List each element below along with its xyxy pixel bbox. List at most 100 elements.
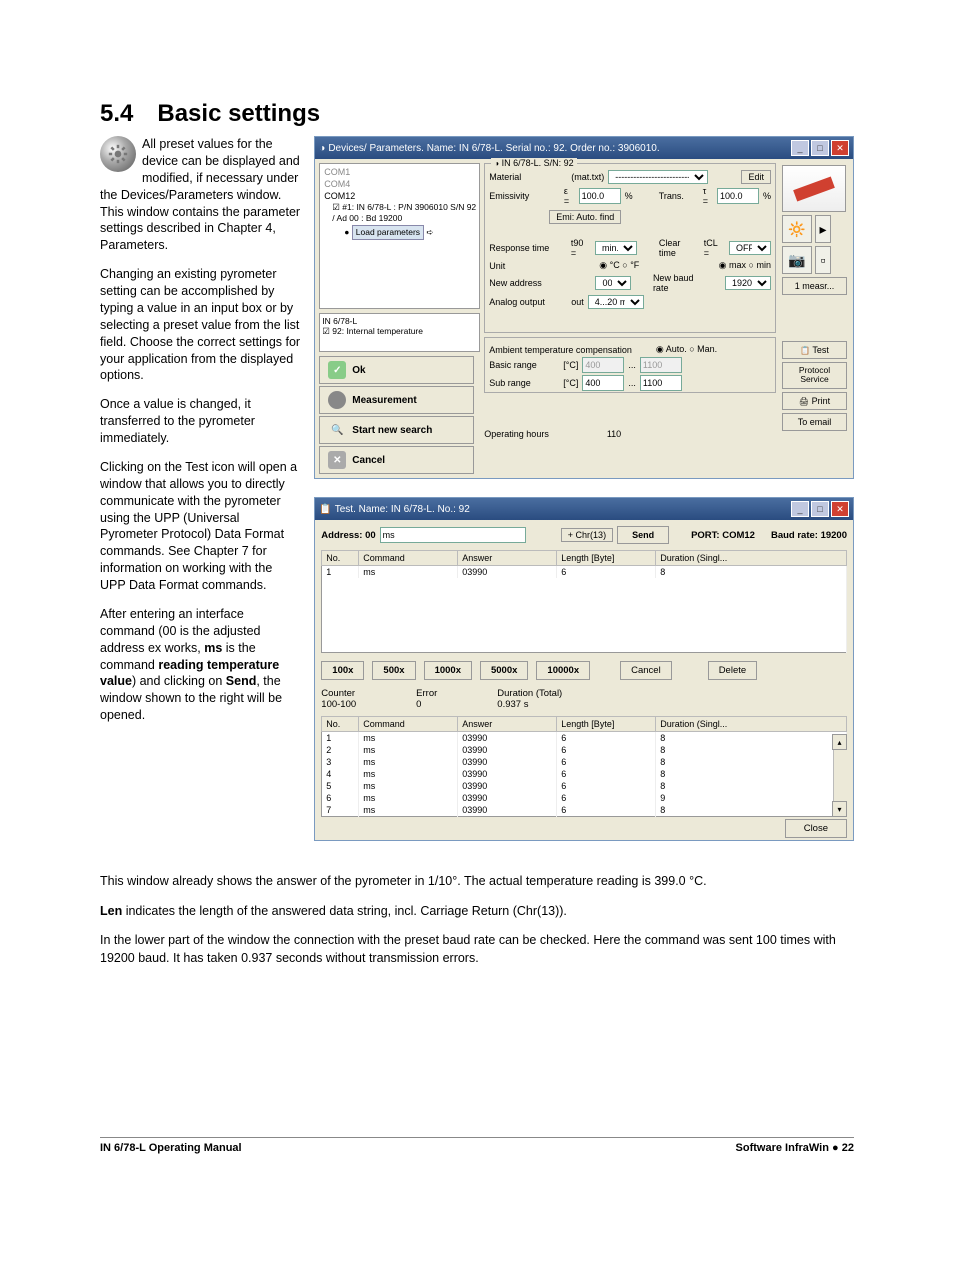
com-tree[interactable]: COM1 COM4 COM12 ☑ #1: IN 6/78-L : P/N 39…: [319, 163, 480, 309]
1-measr-button[interactable]: 1 measr...: [782, 277, 847, 295]
in678l-label: IN 6/78-L: [322, 316, 477, 326]
col-duration: Duration (Singl...: [656, 551, 847, 566]
close-icon[interactable]: ✕: [831, 501, 849, 517]
com12-item[interactable]: COM12: [322, 190, 477, 202]
chr13-button[interactable]: + Chr(13): [561, 528, 613, 542]
material-select[interactable]: ----------------------------: [608, 170, 708, 184]
close-button[interactable]: Close: [785, 819, 847, 838]
man-radio[interactable]: Man.: [697, 344, 717, 354]
max-radio[interactable]: max: [729, 260, 746, 270]
port-label: PORT: COM12: [691, 530, 755, 541]
response-select[interactable]: min.: [595, 241, 637, 255]
protocol-service-button[interactable]: Protocol Service: [782, 362, 847, 389]
sub-lo-input[interactable]: [582, 375, 624, 391]
10000x-button[interactable]: 10000x: [536, 661, 590, 680]
col-answer: Answer: [458, 551, 557, 566]
com1-item[interactable]: COM1: [322, 166, 477, 178]
close-icon[interactable]: ✕: [831, 140, 849, 156]
measurement-button[interactable]: Measurement: [319, 386, 474, 414]
unit-f-radio[interactable]: °F: [630, 260, 639, 270]
scroll-down-icon[interactable]: ▾: [832, 801, 847, 817]
footer-left: IN 6/78-L Operating Manual: [100, 1142, 242, 1154]
mattxt: (mat.txt): [571, 172, 604, 182]
emissivity-input[interactable]: [579, 188, 621, 204]
col-length: Length [Byte]: [557, 551, 656, 566]
analog-select[interactable]: 4...20 mA: [588, 295, 644, 309]
window-icon: ◑: [319, 143, 325, 154]
device-node[interactable]: #1: IN 6/78-L : P/N 3906010 S/N 92 / Ad …: [332, 202, 476, 223]
send-button[interactable]: Send: [617, 526, 669, 544]
bottom-1: This window already shows the answer of …: [100, 873, 854, 891]
new-address-label: New address: [489, 278, 564, 288]
table-row: 7ms0399068: [322, 804, 847, 817]
500x-button[interactable]: 500x: [372, 661, 415, 680]
devices-parameters-window: ◑ Devices/ Parameters. Name: IN 6/78-L. …: [314, 136, 854, 479]
address-select[interactable]: 00: [595, 276, 631, 290]
min-radio[interactable]: min: [756, 260, 771, 270]
device-list[interactable]: IN 6/78-L ☑ 92: Internal temperature: [319, 313, 480, 352]
delete-button[interactable]: Delete: [708, 661, 757, 680]
result-table-2: No. Command Answer Length [Byte] Duratio…: [321, 716, 847, 817]
to-email-button[interactable]: To email: [782, 413, 847, 431]
duration-value: 0.937 s: [497, 699, 562, 710]
print-button[interactable]: 🖨 Print: [782, 392, 847, 410]
test-titlebar[interactable]: 📋 Test. Name: IN 6/78-L. No.: 92 _ □ ✕: [315, 498, 853, 520]
maximize-icon[interactable]: □: [811, 140, 829, 156]
col-no: No.: [322, 551, 359, 566]
emi-auto-find-button[interactable]: Emi: Auto. find: [549, 210, 621, 224]
sub-range-label: Sub range: [489, 378, 559, 388]
expand-icon[interactable]: ▸: [815, 215, 831, 243]
baud-select[interactable]: 19200: [725, 276, 771, 290]
analog-output-label: Analog output: [489, 297, 567, 307]
bottom-3: In the lower part of the window the conn…: [100, 932, 854, 967]
table-row: 4ms0399068: [322, 768, 847, 780]
camera-icon[interactable]: 📷: [782, 246, 812, 274]
internal-temp-item[interactable]: 92: Internal temperature: [332, 326, 423, 336]
para-4: Clicking on the Test icon will open a wi…: [100, 459, 300, 594]
minimize-icon[interactable]: _: [791, 140, 809, 156]
counter-label: Counter: [321, 688, 356, 699]
5000x-button[interactable]: 5000x: [480, 661, 528, 680]
test-button[interactable]: 📋 Test: [782, 341, 847, 359]
titlebar[interactable]: ◑ Devices/ Parameters. Name: IN 6/78-L. …: [315, 137, 853, 159]
cancel-loop-button[interactable]: Cancel: [620, 661, 672, 680]
com4-item[interactable]: COM4: [322, 178, 477, 190]
send-bold: Send: [226, 674, 257, 688]
expand-icon-2[interactable]: ▫: [815, 246, 831, 274]
section-heading: 5.4 Basic settings: [100, 100, 854, 128]
100x-button[interactable]: 100x: [321, 661, 364, 680]
pilot-icon[interactable]: 🔆: [782, 215, 812, 243]
cleartime-select[interactable]: OFF: [729, 241, 771, 255]
command-input[interactable]: [380, 527, 526, 543]
start-new-search-button[interactable]: 🔍Start new search: [319, 416, 474, 444]
trans-input[interactable]: [717, 188, 759, 204]
basic-hi: [640, 357, 682, 373]
ms-bold: ms: [204, 641, 222, 655]
para-3: Once a value is changed, it transferred …: [100, 396, 300, 447]
table-row: 1ms0399068: [322, 566, 847, 579]
settings-icon: [100, 136, 136, 172]
baud-rate-label: Baud rate: 19200: [771, 530, 847, 541]
operating-hours-value: 110: [607, 429, 621, 439]
table-row: 3ms0399068: [322, 756, 847, 768]
unit-label: Unit: [489, 261, 567, 271]
edit-button[interactable]: Edit: [741, 170, 771, 184]
auto-radio[interactable]: Auto.: [666, 344, 687, 354]
len-bold: Len: [100, 904, 122, 918]
cancel-button[interactable]: ✕Cancel: [319, 446, 474, 474]
group-legend-top: IN 6/78-L. S/N: 92: [502, 158, 574, 168]
address-label: Address: 00: [321, 530, 375, 541]
load-parameters[interactable]: Load parameters: [352, 225, 424, 240]
1000x-button[interactable]: 1000x: [424, 661, 472, 680]
footer-right: Software InfraWin ● 22: [736, 1142, 854, 1154]
bottom-2: Len indicates the length of the answered…: [100, 903, 854, 921]
error-value: 0: [416, 699, 437, 710]
ok-button[interactable]: ✓Ok: [319, 356, 474, 384]
minimize-icon[interactable]: _: [791, 501, 809, 517]
result-table-1: No. Command Answer Length [Byte] Duratio…: [321, 550, 847, 653]
para-2: Changing an existing pyrometer setting c…: [100, 266, 300, 384]
maximize-icon[interactable]: □: [811, 501, 829, 517]
scroll-up-icon[interactable]: ▴: [832, 734, 847, 750]
unit-c-radio[interactable]: °C: [610, 260, 620, 270]
sub-hi-input[interactable]: [640, 375, 682, 391]
